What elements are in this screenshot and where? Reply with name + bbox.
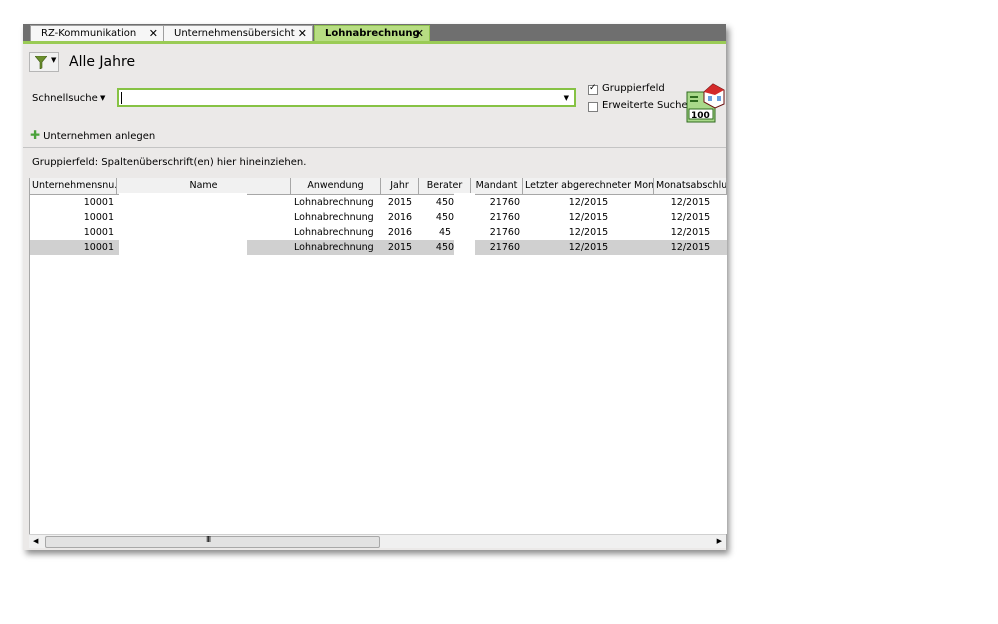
column-header-unternehmensnummer[interactable]: Unternehmensnu... [30,178,117,194]
cell-monatsabschluss: 12/2015 [670,227,711,238]
quick-search-options-dropdown[interactable]: ▼ [100,94,105,102]
cell-jahr: 2015 [387,242,413,253]
scrollbar-grip: III [206,535,211,544]
plus-icon: ✚ [30,128,41,142]
tab-accent-bar [23,41,726,44]
redaction-mask [119,193,247,256]
application-window: RZ-Kommunikation ✕ Unternehmensübersicht… [23,24,727,550]
close-icon[interactable]: ✕ [415,26,424,41]
add-company-link[interactable]: ✚ Unternehmen anlegen [30,128,155,142]
filter-button[interactable]: ▼ [29,52,59,72]
column-header-jahr[interactable]: Jahr [381,178,419,194]
gruppierfeld-label: Gruppierfeld [602,83,665,94]
close-icon[interactable]: ✕ [298,26,307,41]
cell-jahr: 2015 [387,197,413,208]
erweiterte-suche-label: Erweiterte Suche [602,100,688,111]
horizontal-scrollbar[interactable]: ◀ III ▶ [29,534,726,548]
svg-text:100: 100 [691,111,710,121]
column-header-berater[interactable]: Berater [419,178,471,194]
cell-unternehmensnummer: 10001 [83,197,114,208]
tab-label: RZ-Kommunikation [41,28,137,39]
column-header-name[interactable]: Name [117,178,291,194]
column-header-anwendung[interactable]: Anwendung [291,178,381,194]
checkmark-icon: ✓ [589,83,597,93]
funnel-icon [35,56,47,69]
erweiterte-suche-checkbox[interactable] [588,102,598,112]
company-grid: Unternehmensnu... Name Anwendung Jahr Be… [29,178,727,534]
chevron-down-icon[interactable]: ▼ [564,91,569,105]
chevron-down-icon: ▼ [51,56,57,64]
cell-monatsabschluss: 12/2015 [670,242,711,253]
cell-monatsabschluss: 12/2015 [670,197,711,208]
tab-label: Lohnabrechnung [325,28,420,39]
column-header-monatsabschluss[interactable]: Monatsabschluss [654,178,727,194]
tab-unternehmensuebersicht[interactable]: Unternehmensübersicht ✕ [163,25,313,41]
tab-label: Unternehmensübersicht [174,28,295,39]
cell-anwendung: Lohnabrechnung [294,212,374,223]
scrollbar-thumb[interactable]: III [45,535,380,548]
cell-letzter-monat: 12/2015 [568,197,609,208]
divider [23,147,726,148]
cell-anwendung: Lohnabrechnung [294,227,374,238]
cell-jahr: 2016 [387,227,413,238]
cell-anwendung: Lohnabrechnung [294,242,374,253]
cell-unternehmensnummer: 10001 [83,242,114,253]
add-company-label: Unternehmen anlegen [43,131,156,142]
cell-letzter-monat: 12/2015 [568,227,609,238]
cell-unternehmensnummer: 10001 [83,212,114,223]
tab-strip: RZ-Kommunikation ✕ Unternehmensübersicht… [23,24,726,42]
column-header-letzter-abgerechneter-monat[interactable]: Letzter abgerechneter Monat [523,178,654,194]
close-icon[interactable]: ✕ [149,26,158,41]
cell-unternehmensnummer: 10001 [83,227,114,238]
payroll-calculator-icon[interactable]: 100 [686,82,726,124]
gruppierfeld-checkbox[interactable]: ✓ [588,83,598,95]
cell-letzter-monat: 12/2015 [568,242,609,253]
cell-mandant: 21760 [489,197,520,208]
cell-mandant: 21760 [489,212,520,223]
cell-anwendung: Lohnabrechnung [294,197,374,208]
quick-search-label: Schnellsuche [32,93,98,104]
text-caret [121,92,122,104]
group-by-drop-area[interactable]: Gruppierfeld: Spaltenüberschrift(en) hie… [32,157,306,168]
quick-search-input[interactable]: ▼ [117,88,576,107]
cell-monatsabschluss: 12/2015 [670,212,711,223]
tab-rz-kommunikation[interactable]: RZ-Kommunikation ✕ [30,25,164,41]
cell-mandant: 21760 [489,227,520,238]
scroll-right-icon[interactable]: ▶ [717,535,722,548]
view-title: Alle Jahre [69,54,136,70]
cell-mandant: 21760 [489,242,520,253]
cell-jahr: 2016 [387,212,413,223]
scroll-left-icon[interactable]: ◀ [33,535,38,548]
tab-lohnabrechnung[interactable]: Lohnabrechnung ✕ [314,25,430,42]
cell-letzter-monat: 12/2015 [568,212,609,223]
column-header-mandant[interactable]: Mandant [471,178,523,194]
redaction-mask [454,193,475,256]
